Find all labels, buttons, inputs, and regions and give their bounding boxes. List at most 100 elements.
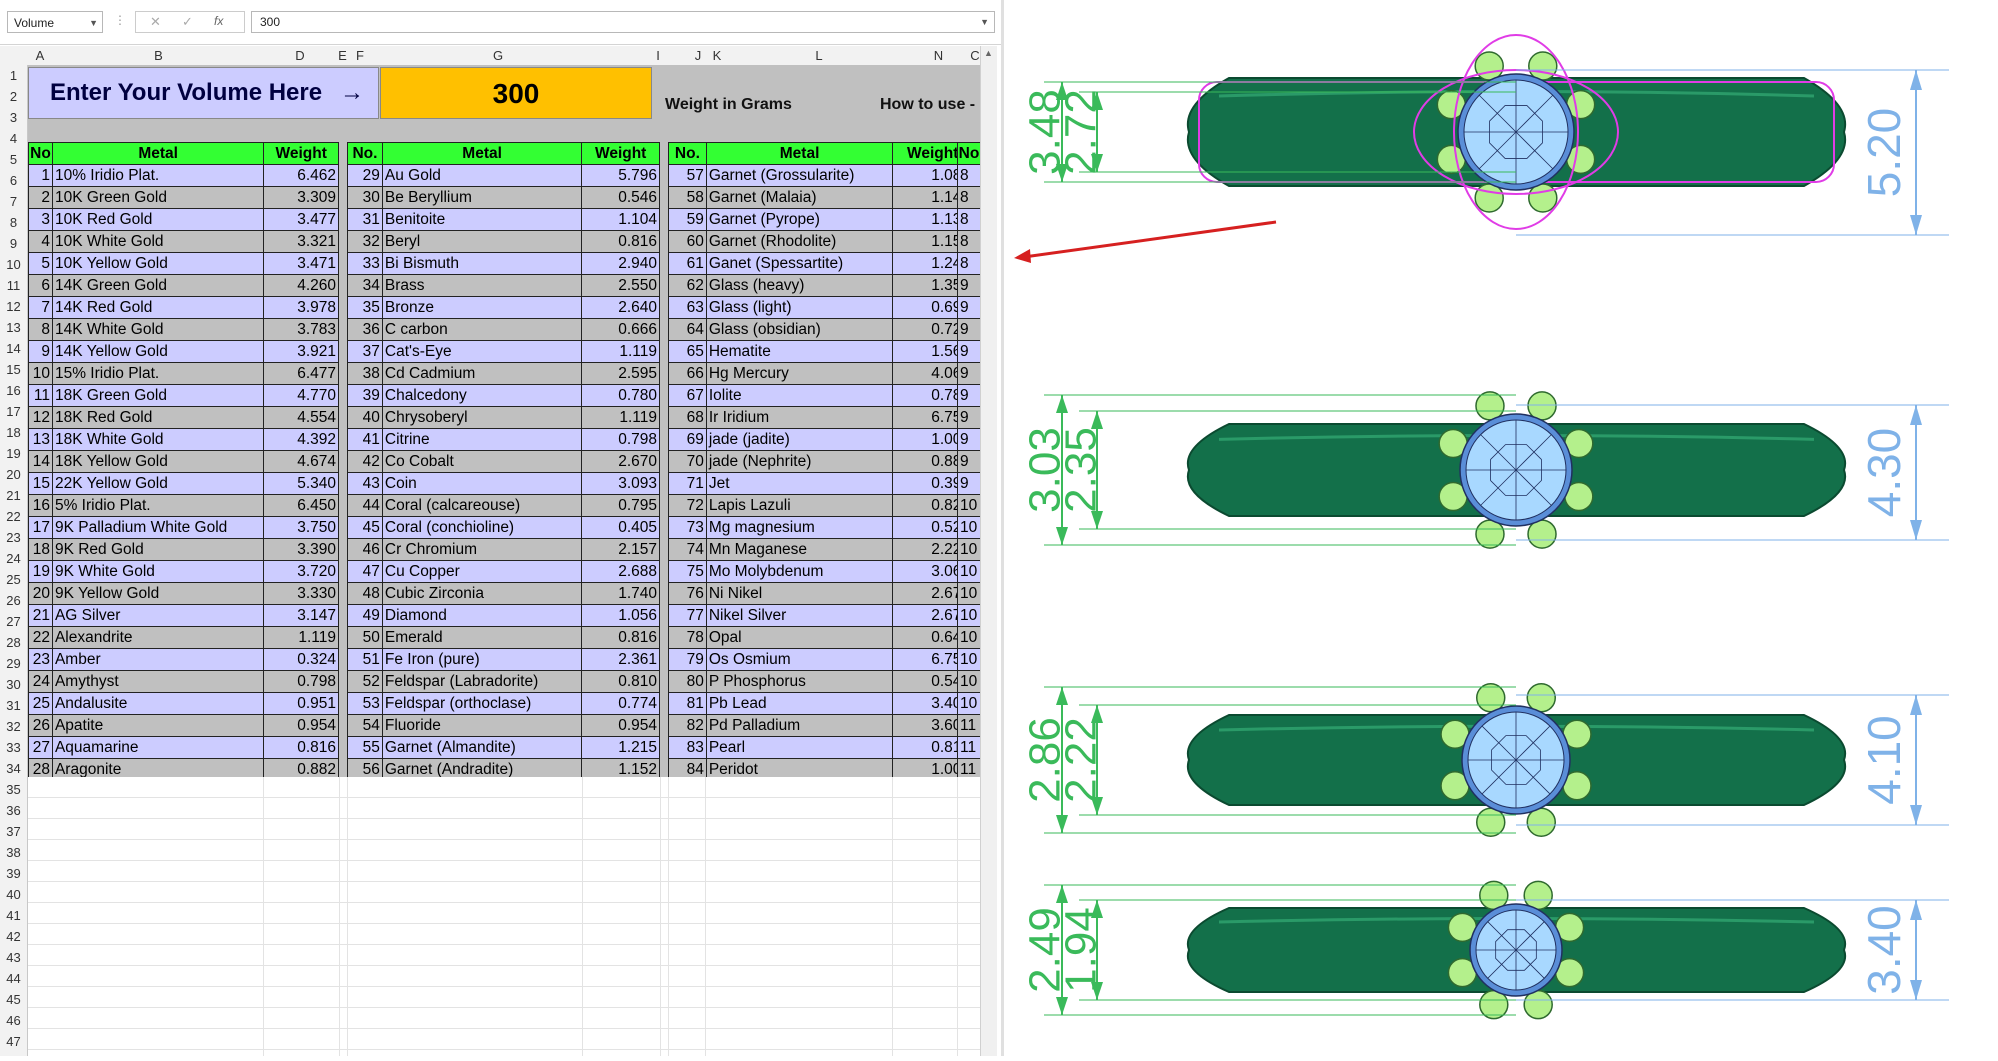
row-number-cell[interactable]: 31: [347, 208, 383, 231]
metal-name-cell[interactable]: Chrysoberyl: [381, 406, 583, 429]
row-number-cell[interactable]: 76: [668, 582, 707, 605]
weight-cell[interactable]: 3.147: [263, 604, 339, 627]
row-number-cell[interactable]: 8: [957, 208, 981, 231]
row-header[interactable]: 9: [0, 233, 27, 254]
row-header[interactable]: 19: [0, 443, 27, 464]
metal-name-cell[interactable]: Fluoride: [381, 714, 583, 737]
row-number-cell[interactable]: 65: [668, 340, 707, 363]
row-number-cell[interactable]: 34: [347, 274, 383, 297]
column-header[interactable]: G: [371, 46, 625, 65]
weight-cell[interactable]: 0.780: [581, 384, 660, 407]
metal-name-cell[interactable]: Glass (obsidian): [705, 318, 894, 341]
weight-cell[interactable]: 0.954: [263, 714, 339, 737]
row-header[interactable]: 20: [0, 464, 27, 485]
metal-name-cell[interactable]: Amber: [51, 648, 265, 671]
row-number-cell[interactable]: 10: [28, 362, 53, 385]
column-header[interactable]: D: [264, 46, 336, 65]
row-number-cell[interactable]: 9: [957, 296, 981, 319]
metal-name-cell[interactable]: Hematite: [705, 340, 894, 363]
column-header[interactable]: I: [625, 46, 691, 65]
row-number-cell[interactable]: 19: [28, 560, 53, 583]
weight-cell[interactable]: 1.104: [581, 208, 660, 231]
metal-name-cell[interactable]: Mo Molybdenum: [705, 560, 894, 583]
metal-name-cell[interactable]: Cd Cadmium: [381, 362, 583, 385]
metal-name-cell[interactable]: 18K Yellow Gold: [51, 450, 265, 473]
weight-cell[interactable]: 4.392: [263, 428, 339, 451]
row-number-cell[interactable]: 36: [347, 318, 383, 341]
row-number-cell[interactable]: 8: [957, 230, 981, 253]
row-header[interactable]: 23: [0, 527, 27, 548]
row-header[interactable]: 39: [0, 863, 27, 884]
row-header[interactable]: 34: [0, 758, 27, 779]
row-header[interactable]: 43: [0, 947, 27, 968]
row-header[interactable]: 2: [0, 86, 27, 107]
column-header[interactable]: K: [705, 46, 729, 65]
metal-name-cell[interactable]: Feldspar (Labradorite): [381, 670, 583, 693]
metal-name-cell[interactable]: Cu Copper: [381, 560, 583, 583]
row-number-cell[interactable]: 74: [668, 538, 707, 561]
row-number-cell[interactable]: 16: [28, 494, 53, 517]
column-header[interactable]: F: [349, 46, 371, 65]
weight-cell[interactable]: 3.783: [263, 318, 339, 341]
metal-name-cell[interactable]: Bi Bismuth: [381, 252, 583, 275]
metal-name-cell[interactable]: Os Osmium: [705, 648, 894, 671]
row-number-cell[interactable]: 67: [668, 384, 707, 407]
metal-name-cell[interactable]: 18K White Gold: [51, 428, 265, 451]
metal-name-cell[interactable]: Andalusite: [51, 692, 265, 715]
metal-name-cell[interactable]: Diamond: [381, 604, 583, 627]
metal-name-cell[interactable]: jade (jadite): [705, 428, 894, 451]
row-number-cell[interactable]: 10: [957, 516, 981, 539]
weight-cell[interactable]: 2.640: [581, 296, 660, 319]
metal-name-cell[interactable]: Coin: [381, 472, 583, 495]
row-number-cell[interactable]: 30: [347, 186, 383, 209]
row-number-cell[interactable]: 33: [347, 252, 383, 275]
metal-name-cell[interactable]: Brass: [381, 274, 583, 297]
row-number-cell[interactable]: 8: [957, 164, 981, 187]
metal-name-cell[interactable]: Amythyst: [51, 670, 265, 693]
row-number-cell[interactable]: 9: [957, 384, 981, 407]
metal-name-cell[interactable]: Pb Lead: [705, 692, 894, 715]
row-number-cell[interactable]: 14: [28, 450, 53, 473]
formula-input[interactable]: 300 ▼: [251, 11, 995, 33]
row-number-cell[interactable]: 7: [28, 296, 53, 319]
weight-cell[interactable]: 0.324: [263, 648, 339, 671]
row-header[interactable]: 4: [0, 128, 27, 149]
cancel-icon[interactable]: ✕: [150, 14, 161, 30]
metal-name-cell[interactable]: Glass (heavy): [705, 274, 894, 297]
weight-cell[interactable]: 0.816: [581, 626, 660, 649]
metal-name-cell[interactable]: Chalcedony: [381, 384, 583, 407]
metal-name-cell[interactable]: 9K Red Gold: [51, 538, 265, 561]
row-number-cell[interactable]: 75: [668, 560, 707, 583]
metal-name-cell[interactable]: 15% Iridio Plat.: [51, 362, 265, 385]
row-header[interactable]: 8: [0, 212, 27, 233]
row-number-cell[interactable]: 13: [28, 428, 53, 451]
metal-name-cell[interactable]: Apatite: [51, 714, 265, 737]
row-header[interactable]: 25: [0, 569, 27, 590]
metal-name-cell[interactable]: Mn Maganese: [705, 538, 894, 561]
weight-cell[interactable]: 0.774: [581, 692, 660, 715]
metal-name-cell[interactable]: Garnet (Grossularite): [705, 164, 894, 187]
row-number-cell[interactable]: 83: [668, 736, 707, 759]
row-number-cell[interactable]: 9: [957, 318, 981, 341]
metal-name-cell[interactable]: Citrine: [381, 428, 583, 451]
weight-cell[interactable]: 5.340: [263, 472, 339, 495]
row-number-cell[interactable]: 46: [347, 538, 383, 561]
metal-name-cell[interactable]: Nikel Silver: [705, 604, 894, 627]
weight-cell[interactable]: 0.798: [581, 428, 660, 451]
row-number-cell[interactable]: 23: [28, 648, 53, 671]
metal-name-cell[interactable]: Ganet (Spessartite): [705, 252, 894, 275]
metal-name-cell[interactable]: 14K Red Gold: [51, 296, 265, 319]
metal-name-cell[interactable]: Garnet (Rhodolite): [705, 230, 894, 253]
metal-name-cell[interactable]: C carbon: [381, 318, 583, 341]
metal-name-cell[interactable]: 10K White Gold: [51, 230, 265, 253]
weight-cell[interactable]: 5.796: [581, 164, 660, 187]
metal-name-cell[interactable]: Jet: [705, 472, 894, 495]
row-header[interactable]: 35: [0, 779, 27, 800]
weight-cell[interactable]: 0.546: [581, 186, 660, 209]
metal-name-cell[interactable]: Cat's-Eye: [381, 340, 583, 363]
row-number-cell[interactable]: 10: [957, 626, 981, 649]
weight-cell[interactable]: 0.816: [263, 736, 339, 759]
weight-cell[interactable]: 2.550: [581, 274, 660, 297]
row-header[interactable]: 28: [0, 632, 27, 653]
metal-name-cell[interactable]: Bronze: [381, 296, 583, 319]
